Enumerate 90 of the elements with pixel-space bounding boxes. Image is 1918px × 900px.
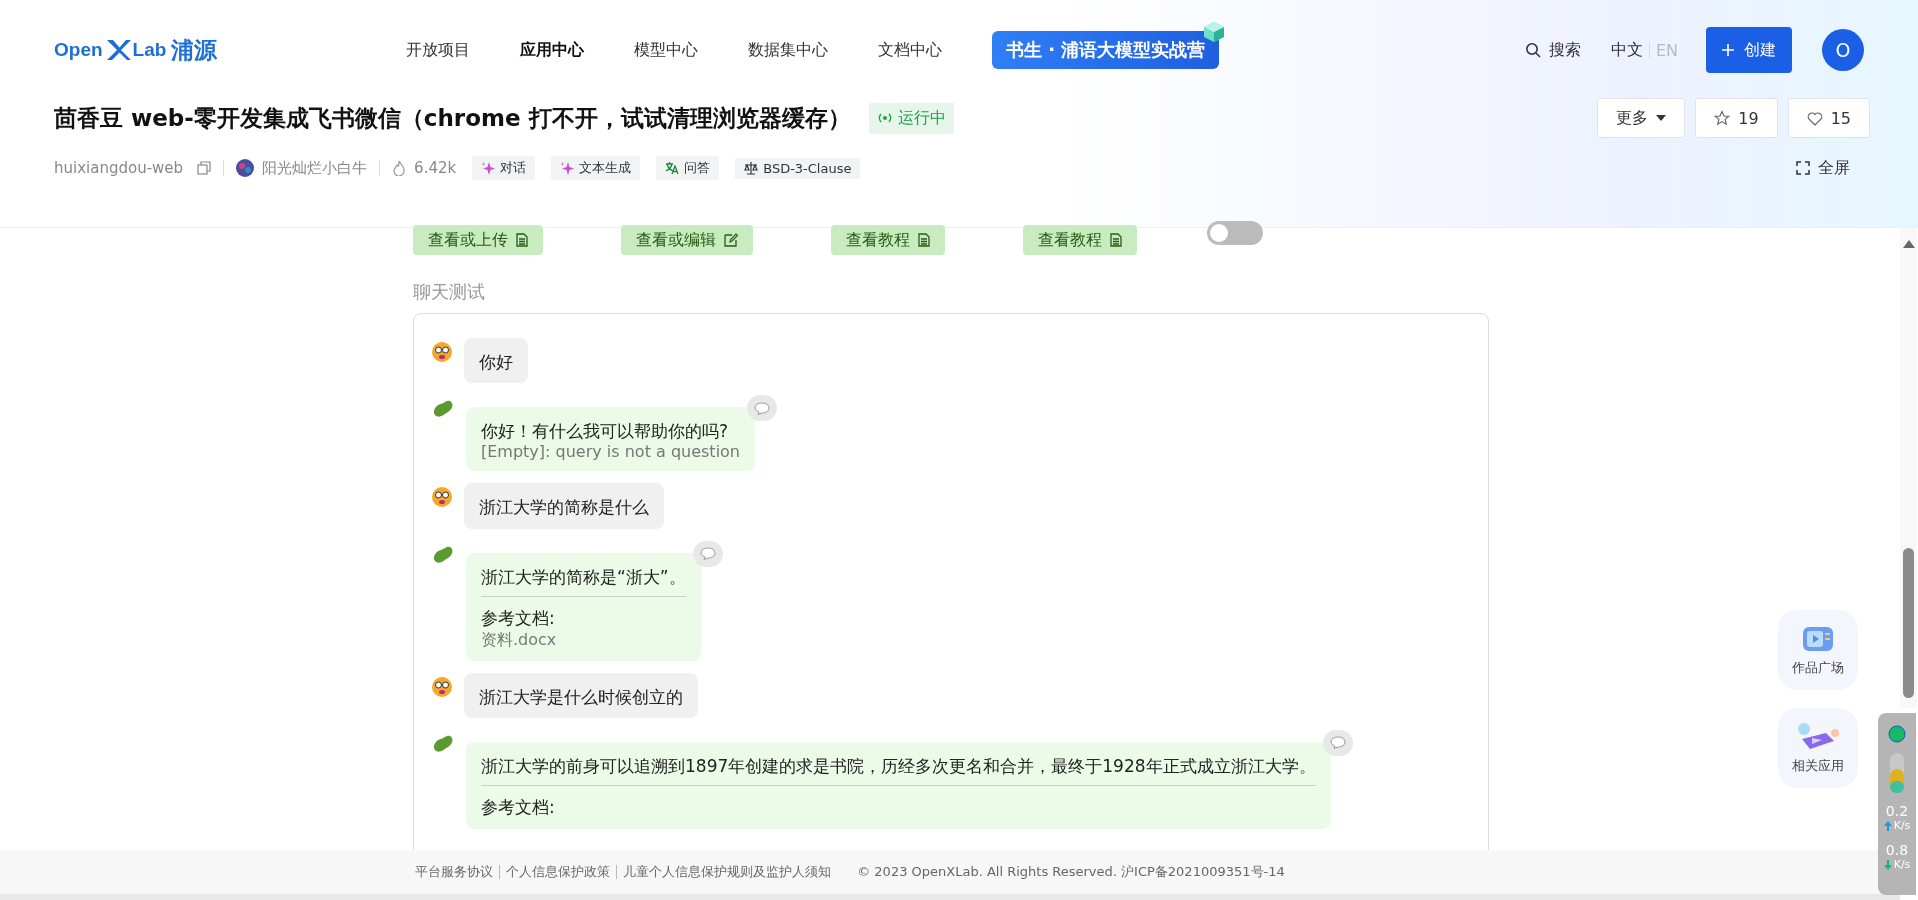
logo-text[interactable]: Lab: [132, 39, 167, 61]
document-icon: [1110, 233, 1122, 247]
status-dot-icon: [1888, 725, 1906, 743]
gauge-icon: [1890, 753, 1904, 793]
star-icon: [1714, 110, 1731, 126]
reference-label: 参考文档:: [481, 795, 556, 819]
author-avatar-icon: [236, 159, 255, 177]
plus-icon: [1722, 44, 1734, 56]
search-icon: [1524, 42, 1541, 58]
toggle-switch[interactable]: [1207, 221, 1263, 245]
copyright-text: © 2023 OpenXLab. All Rights Reserved. 沪ICP备2021009351号-14: [857, 863, 1285, 881]
logo-text[interactable]: 浦源: [171, 34, 218, 66]
view-count: 6.42k: [414, 159, 457, 177]
translate-icon: [665, 161, 680, 175]
comment-button[interactable]: [1322, 729, 1353, 756]
repo-name: huixiangdou-web: [54, 159, 184, 177]
promo-banner[interactable]: 书生 · 浦语大模型实战营: [992, 31, 1220, 69]
speech-bubble-icon: [754, 401, 770, 415]
bean-icon: [432, 544, 454, 565]
message-text: 浙江大学是什么时候创立的: [479, 685, 683, 708]
fullscreen-link[interactable]: 全屏: [1796, 157, 1850, 179]
search-link[interactable]: 搜索: [1524, 39, 1581, 61]
message-text: 浙江大学的简称是什么: [479, 496, 649, 519]
scroll-up-icon: [1902, 240, 1915, 248]
message-note: [Empty]: query is not a question: [481, 442, 740, 462]
like-button[interactable]: 15: [1787, 98, 1870, 138]
nav-link[interactable]: 文档中心: [878, 39, 942, 61]
action-button[interactable]: 查看教程: [831, 225, 945, 255]
user-avatar[interactable]: O: [1822, 29, 1864, 71]
sparkle-icon: [481, 161, 496, 175]
message-text: 你好: [479, 351, 513, 374]
tag-chip: 文本生成: [551, 156, 641, 180]
tag-chip: 对话: [472, 156, 536, 180]
glasses-face-icon: [432, 342, 452, 363]
speed-value: 0.2: [1885, 803, 1909, 819]
app-title: 茴香豆 web-零开发集成飞书微信（chrome 打不开，试试清理浏览器缓存）: [54, 103, 851, 133]
action-button[interactable]: 查看或上传: [413, 225, 543, 255]
nav-link[interactable]: 开放项目: [406, 39, 470, 61]
side-button[interactable]: 相关应用: [1778, 708, 1858, 788]
speech-bubble-icon: [1329, 736, 1346, 750]
action-button[interactable]: 查看或编辑: [621, 225, 753, 255]
edit-icon: [724, 233, 738, 247]
scrollbar-thumb[interactable]: [1903, 548, 1914, 698]
document-icon: [918, 233, 930, 247]
glasses-face-icon: [432, 487, 452, 508]
nav-link[interactable]: 应用中心: [520, 39, 584, 61]
speed-value: 0.8: [1885, 842, 1909, 858]
sparkle-icon: [560, 161, 575, 175]
logo-text[interactable]: Open: [54, 39, 103, 61]
speed-unit: K/s: [1893, 858, 1911, 871]
comment-button[interactable]: [692, 540, 723, 567]
scale-icon: [744, 161, 759, 175]
language-option[interactable]: 中文: [1610, 39, 1643, 61]
footer-link[interactable]: 平台服务协议: [415, 863, 494, 881]
bean-icon: [432, 399, 454, 420]
flame-icon: [392, 160, 407, 176]
heart-icon: [1806, 110, 1823, 126]
message-text: 你好！有什么我可以帮助你的吗?: [481, 420, 730, 443]
speech-bubble-icon: [699, 547, 716, 560]
cube-icon: [1203, 21, 1226, 43]
up-arrow-icon: [1883, 820, 1892, 831]
footer-link[interactable]: 个人信息保护政策: [506, 863, 611, 881]
create-button[interactable]: 创建: [1706, 27, 1792, 73]
scrollbar[interactable]: [1900, 228, 1917, 708]
section-title: 聊天测试: [413, 280, 486, 304]
speed-unit: K/s: [1893, 819, 1911, 832]
message-text: 浙江大学的简称是“浙大”。: [481, 565, 686, 588]
glasses-face-icon: [432, 676, 452, 697]
broadcast-icon: [876, 111, 893, 125]
copy-icon: [197, 161, 212, 175]
nav-link[interactable]: 数据集中心: [748, 39, 828, 61]
footer-link[interactable]: 儿童个人信息保护规则及监护人须知: [623, 863, 832, 881]
status-badge: 运行中: [868, 102, 954, 134]
action-button[interactable]: 查看教程: [1023, 225, 1137, 255]
author-link[interactable]: 阳光灿烂小白牛: [262, 158, 368, 178]
reference-file: 资料.docx: [481, 629, 558, 651]
caret-icon: [1656, 115, 1667, 121]
bean-icon: [432, 733, 454, 754]
nav-link[interactable]: 模型中心: [634, 39, 698, 61]
tag-chip: 问答: [656, 156, 720, 180]
message-text: 浙江大学的前身可以追溯到1897年创建的求是书院，历经多次更名和合并，最终于1928年正式成立浙江大学。: [481, 754, 1316, 777]
star-button[interactable]: 19: [1695, 98, 1778, 138]
fullscreen-icon: [1796, 161, 1810, 175]
reference-label: 参考文档:: [481, 606, 556, 630]
document-icon: [516, 233, 528, 247]
tag-chip: BSD-3-Clause: [735, 157, 861, 179]
side-button[interactable]: 作品广场: [1778, 610, 1858, 690]
comment-button[interactable]: [747, 395, 777, 422]
down-arrow-icon: [1883, 859, 1892, 870]
more-dropdown[interactable]: 更多: [1597, 98, 1686, 138]
